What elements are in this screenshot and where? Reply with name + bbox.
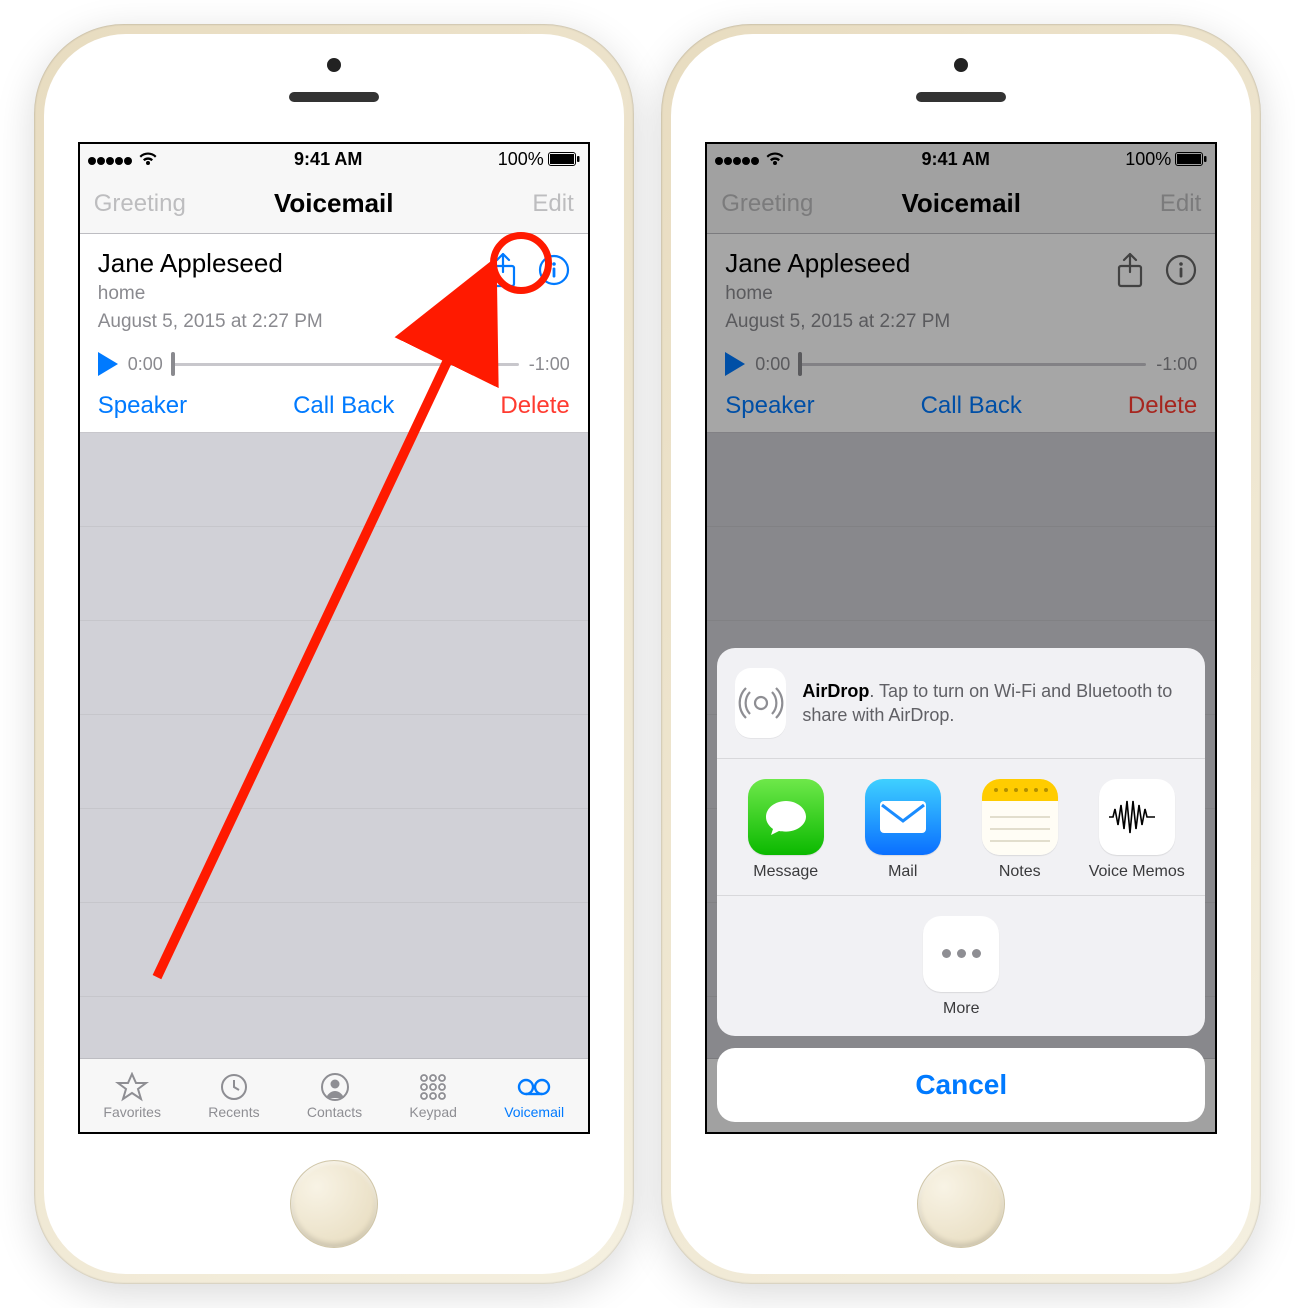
tab-contacts[interactable]: Contacts (307, 1072, 362, 1120)
home-button[interactable] (917, 1160, 1005, 1248)
action-label: More (943, 1000, 979, 1018)
message-app-icon (748, 779, 824, 855)
share-app-voicememos[interactable]: Voice Memos (1078, 779, 1195, 881)
scrubber-thumb[interactable] (171, 352, 175, 376)
cancel-label: Cancel (915, 1069, 1007, 1101)
share-app-mail[interactable]: Mail (844, 779, 961, 881)
star-icon (114, 1072, 150, 1102)
airdrop-text: AirDrop. Tap to turn on Wi-Fi and Blueto… (802, 679, 1187, 728)
clock-icon (216, 1072, 252, 1102)
earpiece-speaker (289, 92, 379, 102)
nav-bar: Greeting Voicemail Edit (80, 174, 588, 234)
wifi-icon (137, 151, 159, 167)
greeting-button[interactable]: Greeting (94, 190, 186, 218)
voicemail-detail-card: Jane Appleseed home August 5, 2015 at 2:… (80, 234, 588, 433)
screen-left: 9:41 AM 100% Greeting Voicemail Edit (78, 142, 590, 1134)
elapsed-time: 0:00 (128, 354, 163, 375)
tab-voicemail[interactable]: Voicemail (504, 1072, 564, 1120)
share-apps-row: Message Mail Notes (717, 759, 1205, 896)
share-actions-row: More (717, 896, 1205, 1036)
delete-button[interactable]: Delete (500, 392, 569, 420)
speaker-button[interactable]: Speaker (98, 392, 187, 420)
caller-name: Jane Appleseed (98, 248, 323, 279)
airdrop-row[interactable]: AirDrop. Tap to turn on Wi-Fi and Blueto… (717, 648, 1205, 759)
tab-label: Contacts (307, 1104, 362, 1120)
scrubber-track[interactable] (173, 363, 519, 366)
more-icon (923, 916, 999, 992)
share-icon[interactable] (488, 252, 518, 288)
keypad-icon (415, 1072, 451, 1102)
status-time: 9:41 AM (294, 149, 362, 170)
battery-percent: 100% (498, 149, 544, 170)
iphone-frame-right: 9:41 AM 100% Greeting Voicemail Edit (661, 24, 1261, 1284)
callback-button[interactable]: Call Back (293, 392, 394, 420)
voicemail-icon (516, 1072, 552, 1102)
front-camera (327, 58, 341, 72)
empty-list-area (80, 433, 588, 1058)
caller-label: home (98, 281, 323, 307)
cancel-button[interactable]: Cancel (717, 1048, 1205, 1122)
tab-label: Voicemail (504, 1104, 564, 1120)
app-label: Notes (999, 863, 1041, 881)
share-action-more[interactable]: More (727, 916, 1195, 1018)
contact-icon (317, 1072, 353, 1102)
airdrop-icon (735, 668, 786, 738)
share-sheet: AirDrop. Tap to turn on Wi-Fi and Blueto… (717, 648, 1205, 1122)
iphone-frame-left: 9:41 AM 100% Greeting Voicemail Edit (34, 24, 634, 1284)
voicememos-app-icon (1099, 779, 1175, 855)
app-label: Voice Memos (1089, 863, 1185, 881)
earpiece-speaker (916, 92, 1006, 102)
front-camera (954, 58, 968, 72)
home-button[interactable] (290, 1160, 378, 1248)
tab-keypad[interactable]: Keypad (409, 1072, 456, 1120)
status-bar: 9:41 AM 100% (80, 144, 588, 174)
remaining-time: -1:00 (529, 354, 570, 375)
tab-label: Recents (208, 1104, 259, 1120)
battery-icon (548, 152, 580, 166)
notes-app-icon (982, 779, 1058, 855)
screen-right: 9:41 AM 100% Greeting Voicemail Edit (705, 142, 1217, 1134)
tab-label: Keypad (409, 1104, 456, 1120)
tab-bar: Favorites Recents Contacts Keypad (80, 1058, 588, 1132)
app-label: Mail (888, 863, 917, 881)
edit-button[interactable]: Edit (532, 190, 573, 218)
app-label: Message (753, 863, 818, 881)
mail-app-icon (865, 779, 941, 855)
info-icon[interactable] (538, 254, 570, 286)
play-button[interactable] (98, 352, 118, 376)
tab-recents[interactable]: Recents (208, 1072, 259, 1120)
tab-favorites[interactable]: Favorites (103, 1072, 161, 1120)
share-app-message[interactable]: Message (727, 779, 844, 881)
call-datetime: August 5, 2015 at 2:27 PM (98, 309, 323, 335)
signal-dots-icon (88, 149, 133, 170)
tab-label: Favorites (103, 1104, 161, 1120)
share-app-notes[interactable]: Notes (961, 779, 1078, 881)
